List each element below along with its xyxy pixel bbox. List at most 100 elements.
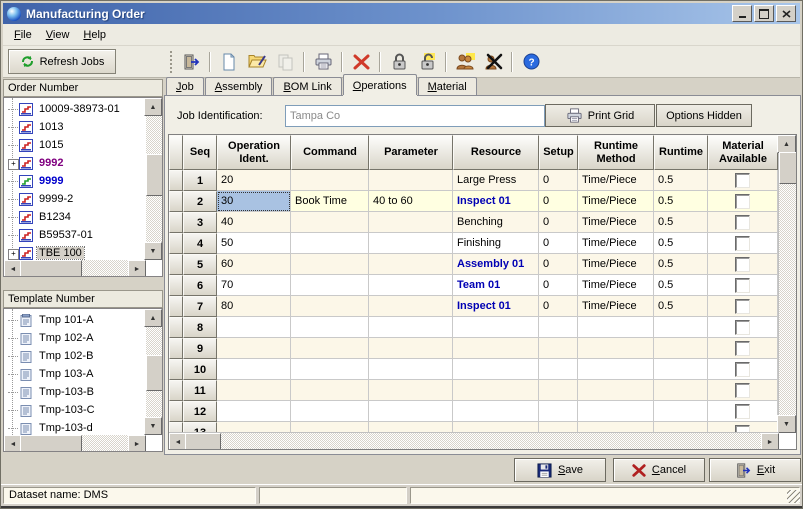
tree-item-order[interactable]: B59537-01 (4, 226, 146, 244)
col-header-parameter[interactable]: Parameter (369, 135, 453, 170)
cell-parameter[interactable] (369, 233, 453, 254)
col-header-setup[interactable]: Setup (539, 135, 578, 170)
col-header-runtime-method[interactable]: Runtime Method (578, 135, 654, 170)
tree-item-order[interactable]: 9999-2 (4, 190, 146, 208)
tree-expander[interactable]: + (8, 159, 19, 170)
cell-resource[interactable]: Assembly 01 (453, 254, 539, 275)
material-available-checkbox[interactable] (735, 278, 750, 293)
cell-parameter[interactable] (369, 317, 453, 338)
cell-setup[interactable]: 0 (539, 275, 578, 296)
material-available-checkbox[interactable] (735, 404, 750, 419)
resize-grip[interactable] (787, 490, 800, 503)
cell-runtime-method[interactable]: Time/Piece (578, 296, 654, 317)
scroll-thumb[interactable] (146, 355, 163, 391)
cell-runtime-method[interactable] (578, 317, 654, 338)
cell-parameter[interactable] (369, 338, 453, 359)
save-button[interactable]: Save (514, 458, 606, 482)
cell-runtime[interactable] (654, 338, 708, 359)
tree-item-order[interactable]: +9992 (4, 154, 146, 172)
menu-view[interactable]: View (39, 27, 77, 43)
row-header[interactable]: 12 (183, 401, 217, 422)
tree-item-template[interactable]: Tmp 102-B (4, 347, 146, 365)
cell-resource[interactable] (453, 380, 539, 401)
cell-parameter[interactable] (369, 359, 453, 380)
remove-resources-toolbar-button[interactable] (480, 49, 506, 75)
scroll-thumb[interactable] (20, 260, 82, 277)
tab-assembly[interactable]: Assembly (205, 77, 273, 95)
tree-item-order[interactable]: 9999 (4, 172, 146, 190)
maximize-button[interactable] (754, 5, 774, 22)
cell-parameter[interactable] (369, 275, 453, 296)
material-available-checkbox[interactable] (735, 257, 750, 272)
cell-resource[interactable]: Inspect 01 (453, 191, 539, 212)
cell-command[interactable] (291, 317, 369, 338)
row-header[interactable]: 4 (183, 233, 217, 254)
delete-toolbar-button[interactable] (348, 49, 374, 75)
tree-item-template[interactable]: Tmp 103-A (4, 365, 146, 383)
tree-item-template[interactable]: Tmp-103-d (4, 419, 146, 435)
scroll-up-arrow[interactable]: ▲ (144, 98, 162, 116)
cell-seq[interactable] (217, 359, 291, 380)
cell-seq[interactable]: 80 (217, 296, 291, 317)
col-header-resource[interactable]: Resource (453, 135, 539, 170)
tree-item-template[interactable]: Tmp 101-A (4, 311, 146, 329)
cell-setup[interactable]: 0 (539, 254, 578, 275)
material-available-checkbox[interactable] (735, 383, 750, 398)
row-header[interactable]: 11 (183, 380, 217, 401)
cell-setup[interactable]: 0 (539, 212, 578, 233)
cell-command[interactable] (291, 275, 369, 296)
cell-runtime[interactable]: 0.5 (654, 233, 708, 254)
row-header[interactable]: 3 (183, 212, 217, 233)
material-available-checkbox[interactable] (735, 215, 750, 230)
cell-command[interactable] (291, 296, 369, 317)
row-header[interactable]: 6 (183, 275, 217, 296)
scroll-down-arrow[interactable]: ▼ (777, 415, 796, 433)
cell-runtime-method[interactable]: Time/Piece (578, 275, 654, 296)
cell-command[interactable] (291, 254, 369, 275)
tree-item-order[interactable]: B1234 (4, 208, 146, 226)
tree-item-order[interactable]: 1015 (4, 136, 146, 154)
cell-runtime-method[interactable] (578, 401, 654, 422)
cell-seq[interactable] (217, 317, 291, 338)
cell-runtime[interactable] (654, 401, 708, 422)
cell-command[interactable]: Book Time (291, 191, 369, 212)
cell-resource[interactable]: Inspect 01 (453, 296, 539, 317)
lock-toolbar-button[interactable] (386, 49, 412, 75)
cell-command[interactable] (291, 170, 369, 191)
new-document-toolbar-button[interactable] (216, 49, 242, 75)
tree-item-template[interactable]: Tmp-103-C (4, 401, 146, 419)
cell-runtime[interactable]: 0.5 (654, 170, 708, 191)
cell-seq[interactable]: 50 (217, 233, 291, 254)
cell-runtime[interactable]: 0.5 (654, 296, 708, 317)
cell-resource[interactable] (453, 401, 539, 422)
row-header[interactable]: 8 (183, 317, 217, 338)
cell-command[interactable] (291, 401, 369, 422)
cell-resource[interactable] (453, 317, 539, 338)
tab-operations[interactable]: Operations (343, 74, 417, 95)
cell-runtime[interactable] (654, 359, 708, 380)
row-header[interactable]: 10 (183, 359, 217, 380)
cell-setup[interactable]: 0 (539, 191, 578, 212)
cancel-button[interactable]: Cancel (613, 458, 705, 482)
cell-runtime-method[interactable]: Time/Piece (578, 212, 654, 233)
menu-help[interactable]: Help (76, 27, 113, 43)
edit-folder-toolbar-button[interactable] (244, 49, 270, 75)
cell-setup[interactable]: 0 (539, 296, 578, 317)
close-button[interactable] (776, 5, 796, 22)
order-tree-horizontal-scrollbar[interactable]: ◄ ► (4, 260, 146, 276)
menu-file[interactable]: File (7, 27, 39, 43)
refresh-jobs-button[interactable]: Refresh Jobs (8, 49, 116, 74)
scroll-up-arrow[interactable]: ▲ (144, 309, 162, 327)
toolbar-grip[interactable] (169, 51, 172, 73)
exit-door-toolbar-button[interactable] (178, 49, 204, 75)
cell-seq[interactable]: 40 (217, 212, 291, 233)
grid-vertical-scrollbar[interactable]: ▲ ▼ (778, 135, 796, 433)
cell-runtime-method[interactable] (578, 359, 654, 380)
col-header-seq[interactable]: Seq (183, 135, 217, 170)
row-header[interactable]: 5 (183, 254, 217, 275)
cell-runtime-method[interactable] (578, 380, 654, 401)
cell-command[interactable] (291, 380, 369, 401)
cell-parameter[interactable] (369, 212, 453, 233)
col-header-operation-ident[interactable]: Operation Ident. (217, 135, 291, 170)
exit-button[interactable]: Exit (709, 458, 801, 482)
